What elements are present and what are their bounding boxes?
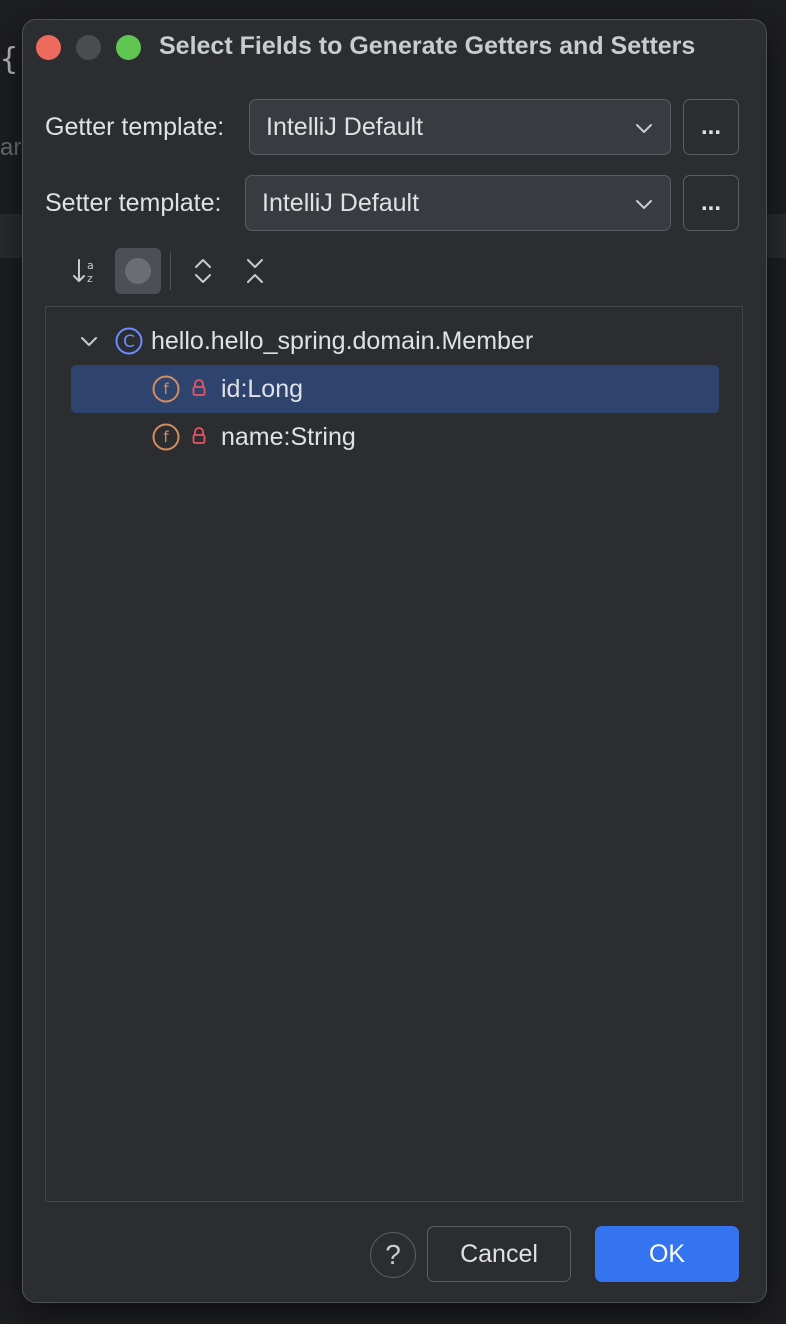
tree-root-label: hello.hello_spring.domain.Member [151, 326, 534, 355]
getter-template-label: Getter template: [45, 112, 225, 141]
private-lock-icon [192, 379, 206, 396]
show-inherited-icon [125, 258, 151, 284]
field-icon: f [152, 375, 180, 403]
background-text-fragment: ar [0, 134, 22, 161]
expand-all-icon [195, 259, 211, 283]
setter-template-more-button[interactable]: ... [683, 175, 739, 231]
tree-field-label: name:String [221, 422, 356, 451]
getter-template-more-button[interactable]: ... [683, 99, 739, 155]
help-button[interactable]: ? [370, 1232, 416, 1278]
class-icon: C [115, 327, 143, 355]
title-bar: Select Fields to Generate Getters and Se… [23, 20, 766, 74]
minimize-window-button[interactable] [76, 35, 101, 60]
close-window-button[interactable] [36, 35, 61, 60]
field-icon: f [152, 423, 180, 451]
setter-template-value: IntelliJ Default [262, 188, 420, 217]
collapse-all-icon [247, 259, 263, 283]
svg-text:z: z [87, 272, 93, 285]
fields-tree[interactable]: C hello.hello_spring.domain.Member f id:… [45, 306, 743, 1202]
getter-template-select[interactable]: IntelliJ Default [249, 99, 671, 155]
cancel-button-label: Cancel [460, 1239, 538, 1268]
ok-button[interactable]: OK [595, 1226, 739, 1282]
svg-text:f: f [163, 380, 169, 398]
setter-more-label: ... [700, 189, 721, 216]
sort-alphabetically-button[interactable]: a z [63, 248, 109, 294]
ok-button-label: OK [648, 1239, 686, 1268]
expand-all-button[interactable] [180, 248, 226, 294]
svg-text:f: f [163, 428, 169, 446]
chevron-down-icon [636, 124, 652, 133]
chevron-down-icon[interactable] [79, 331, 99, 351]
getter-template-value: IntelliJ Default [266, 112, 424, 141]
show-inherited-toggle[interactable] [115, 248, 161, 294]
tree-field-row[interactable]: f id:Long [71, 365, 719, 413]
getter-template-row: Getter template: [45, 99, 224, 155]
background-brace: { [0, 42, 19, 77]
chevron-down-icon [636, 200, 652, 209]
toolbar-separator [170, 252, 171, 290]
getter-more-label: ... [700, 113, 721, 140]
tree-field-row[interactable]: f name:String [71, 413, 719, 461]
sort-alphabetically-icon: a z [73, 259, 94, 285]
setter-template-label: Setter template: [45, 188, 222, 217]
private-lock-icon [192, 427, 206, 444]
generate-getters-setters-dialog: Select Fields to Generate Getters and Se… [22, 19, 767, 1303]
collapse-all-button[interactable] [232, 248, 278, 294]
cancel-button[interactable]: Cancel [427, 1226, 571, 1282]
svg-text:C: C [123, 332, 135, 352]
dialog-footer: ? Cancel OK [23, 1226, 766, 1282]
tree-toolbar: a z [63, 248, 363, 294]
setter-template-row: Setter template: [45, 175, 221, 231]
dialog-title: Select Fields to Generate Getters and Se… [159, 32, 696, 60]
setter-template-select[interactable]: IntelliJ Default [245, 175, 671, 231]
tree-field-label: id:Long [221, 374, 304, 403]
maximize-window-button[interactable] [116, 35, 141, 60]
tree-root-class[interactable]: C hello.hello_spring.domain.Member [71, 317, 719, 365]
svg-text:a: a [87, 259, 94, 272]
help-icon: ? [385, 1239, 401, 1270]
